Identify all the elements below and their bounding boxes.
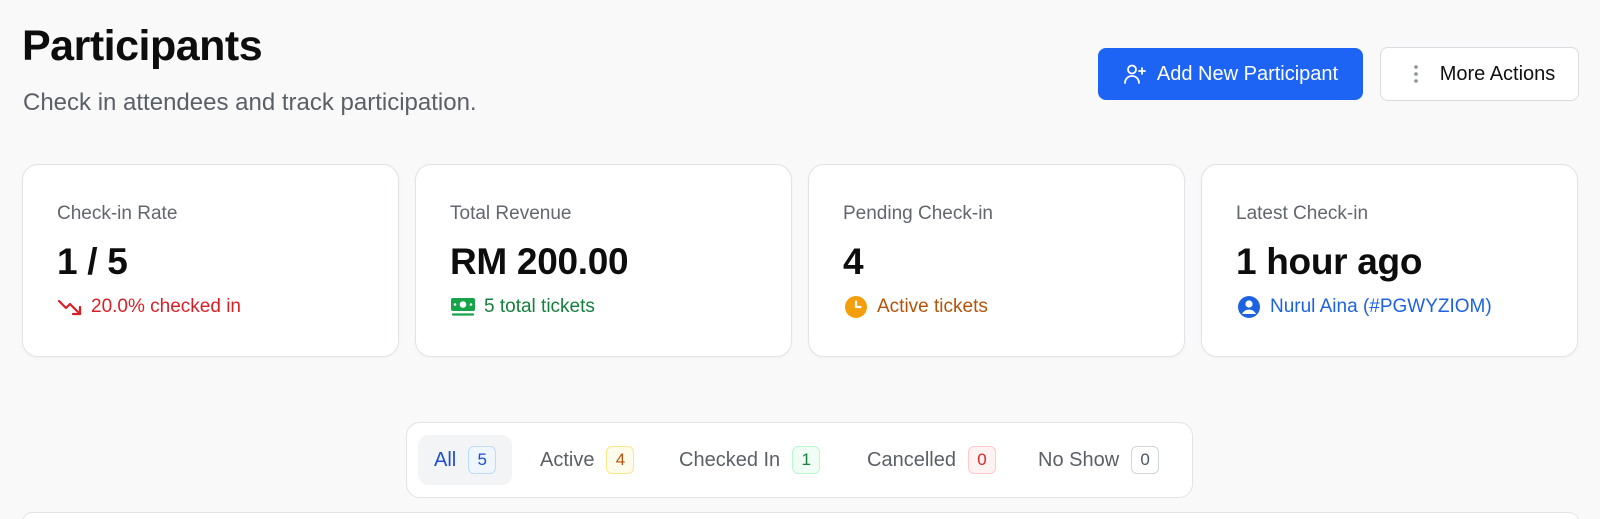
tab-label: Active	[540, 448, 595, 471]
status-filter-tabs: All 5 Active 4 Checked In 1 Cancelled 0 …	[406, 422, 1193, 498]
stat-label: Latest Check-in	[1236, 203, 1369, 224]
add-new-participant-label: Add New Participant	[1156, 62, 1339, 85]
tab-label: All	[434, 448, 457, 471]
page-subtitle: Check in attendees and track participati…	[23, 89, 477, 116]
stat-value: RM 200.00	[450, 241, 629, 282]
stat-label: Check-in Rate	[57, 203, 178, 224]
more-actions-button[interactable]: More Actions	[1380, 47, 1579, 101]
participants-page: Participants Check in attendees and trac…	[0, 0, 1600, 519]
stat-sub-text: 5 total tickets	[484, 296, 595, 317]
stat-card-latest-check-in: Latest Check-in 1 hour ago Nurul Aina (#…	[1201, 164, 1578, 357]
clock-icon	[843, 295, 869, 319]
stat-sub-text: 20.0% checked in	[91, 296, 241, 317]
tab-cancelled[interactable]: Cancelled 0	[851, 435, 1012, 485]
stat-label: Pending Check-in	[843, 203, 993, 224]
tab-all[interactable]: All 5	[418, 435, 513, 485]
tab-label: No Show	[1038, 448, 1120, 471]
money-icon	[450, 295, 476, 319]
stat-sub-text: Active tickets	[877, 296, 988, 317]
stat-sub: Nurul Aina (#PGWYZIOM)	[1236, 295, 1492, 319]
stat-sub: Active tickets	[843, 295, 988, 319]
tab-count-badge: 4	[606, 446, 635, 474]
tab-no-show[interactable]: No Show 0	[1022, 435, 1175, 485]
stat-label: Total Revenue	[450, 203, 572, 224]
user-circle-icon	[1236, 295, 1262, 319]
page-title: Participants	[22, 22, 263, 70]
tab-active[interactable]: Active 4	[524, 435, 650, 485]
tab-label: Cancelled	[867, 448, 956, 471]
tab-count-badge: 0	[967, 446, 996, 474]
tab-count-badge: 0	[1131, 446, 1160, 474]
participants-table-panel	[22, 512, 1579, 519]
add-new-participant-button[interactable]: Add New Participant	[1098, 48, 1363, 100]
latest-check-in-participant[interactable]: Nurul Aina (#PGWYZIOM)	[1270, 296, 1492, 318]
trending-down-icon	[57, 295, 83, 319]
vertical-dots-icon	[1404, 62, 1428, 86]
more-actions-label: More Actions	[1439, 62, 1556, 85]
stat-value: 1 hour ago	[1236, 241, 1423, 282]
tab-count-badge: 5	[468, 446, 497, 474]
stat-card-total-revenue: Total Revenue RM 200.00 5 total tickets	[415, 164, 792, 357]
stat-card-pending-check-in: Pending Check-in 4 Active tickets	[808, 164, 1185, 357]
stat-sub: 20.0% checked in	[57, 295, 241, 319]
stat-value: 1 / 5	[57, 241, 128, 282]
user-plus-icon	[1123, 62, 1147, 86]
stat-card-check-in-rate: Check-in Rate 1 / 5 20.0% checked in	[22, 164, 399, 357]
tab-checked-in[interactable]: Checked In 1	[663, 435, 836, 485]
tab-count-badge: 1	[792, 446, 821, 474]
tab-label: Checked In	[679, 448, 781, 471]
stat-sub: 5 total tickets	[450, 295, 595, 319]
stat-value: 4	[843, 241, 864, 282]
